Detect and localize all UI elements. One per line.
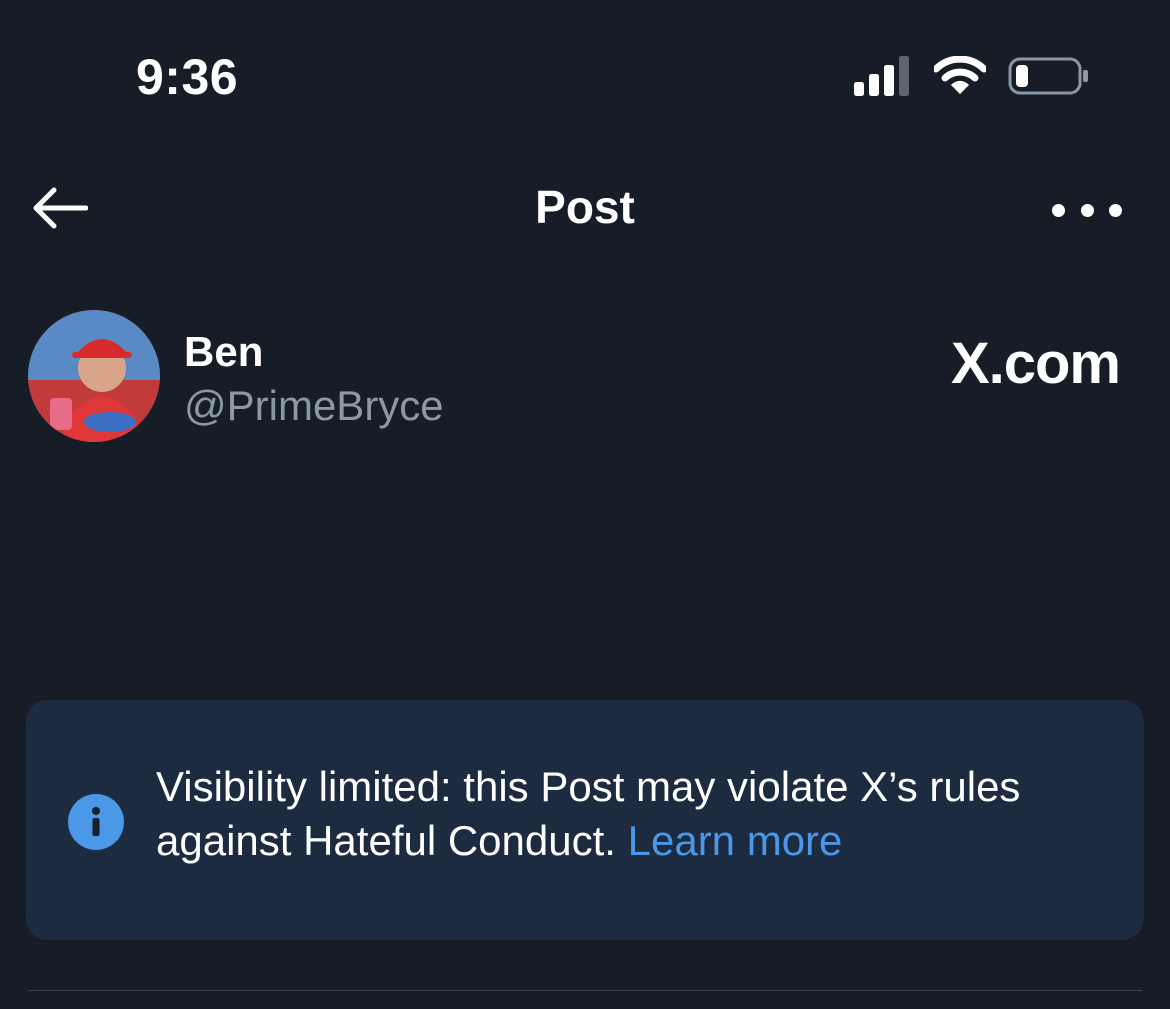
more-options-icon bbox=[1052, 203, 1065, 217]
visibility-notice: Visibility limited: this Post may violat… bbox=[26, 700, 1144, 940]
page-title: Post bbox=[535, 181, 635, 233]
divider bbox=[28, 990, 1142, 991]
battery-icon bbox=[1008, 56, 1090, 101]
author-handle[interactable]: @PrimeBryce bbox=[184, 382, 444, 430]
info-icon bbox=[68, 794, 124, 850]
post-body bbox=[28, 520, 1110, 660]
notice-text: Visibility limited: this Post may violat… bbox=[156, 760, 1104, 868]
author-row: Ben @PrimeBryce X.com bbox=[28, 308, 1121, 448]
learn-more-link[interactable]: Learn more bbox=[628, 817, 843, 864]
status-bar: 9:36 bbox=[0, 0, 1170, 150]
author-name[interactable]: Ben bbox=[184, 328, 263, 376]
status-icons bbox=[854, 55, 1090, 101]
wifi-icon bbox=[932, 55, 988, 101]
navigation-bar: Post bbox=[0, 160, 1170, 260]
notice-message: Visibility limited: this Post may violat… bbox=[156, 763, 1021, 864]
avatar[interactable] bbox=[28, 310, 160, 442]
status-time: 9:36 bbox=[136, 49, 239, 105]
cellular-signal-icon bbox=[854, 56, 912, 101]
source-label: X.com bbox=[950, 331, 1121, 396]
more-options-button[interactable] bbox=[1052, 190, 1122, 230]
